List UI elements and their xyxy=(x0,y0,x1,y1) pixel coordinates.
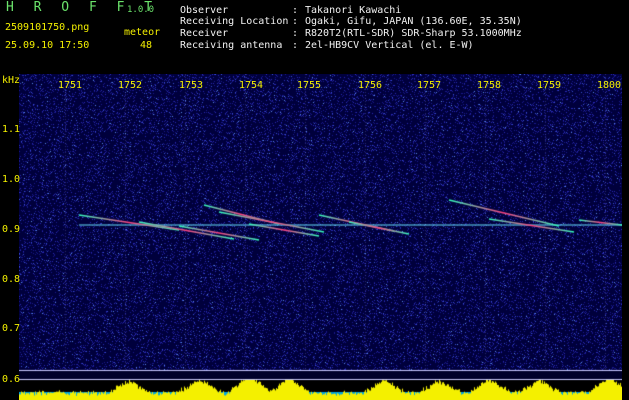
meteor-count-label: meteor xyxy=(124,27,161,38)
freq-tick-label: 0.8 xyxy=(2,274,21,285)
info-value-antenna: 2el-HB9CV Vertical (el. E-W) xyxy=(305,40,474,51)
time-tick-label: 1755 xyxy=(297,80,322,91)
freq-tick-label: 1.1 xyxy=(2,124,21,135)
app-version: 1.0.0 xyxy=(127,5,155,15)
freq-tick-label: 0.6 xyxy=(2,374,21,385)
file-name: 2509101750.png xyxy=(5,22,90,33)
capture-datetime: 25.09.10 17:50 xyxy=(5,40,90,51)
info-sep: : xyxy=(292,40,299,51)
meteor-count-value: 48 xyxy=(140,40,153,51)
info-value-receiver: R820T2(RTL-SDR) SDR-Sharp 53.1000MHz xyxy=(305,28,522,39)
time-tick-label: 1753 xyxy=(179,80,204,91)
info-value-location: Ogaki, Gifu, JAPAN (136.60E, 35.35N) xyxy=(305,16,522,27)
time-tick-label: 1758 xyxy=(477,80,502,91)
time-tick-label: 1751 xyxy=(58,80,83,91)
time-tick-label: 1754 xyxy=(239,80,264,91)
hrofft-window: H R O F F T 1.0.0 2509101750.png 25.09.1… xyxy=(0,0,629,400)
time-tick-label: 1757 xyxy=(417,80,442,91)
time-tick-label: 1800 xyxy=(597,80,622,91)
info-sep: : xyxy=(292,28,299,39)
info-key-receiver: Receiver xyxy=(180,28,229,39)
spectrogram xyxy=(19,74,622,400)
time-tick-label: 1756 xyxy=(358,80,383,91)
freq-tick-label: 1.0 xyxy=(2,174,21,185)
time-tick-label: 1752 xyxy=(118,80,143,91)
info-sep: : xyxy=(292,16,299,27)
info-key-antenna: Receiving antenna xyxy=(180,40,283,51)
info-key-location: Receiving Location xyxy=(180,16,289,27)
freq-tick-label: 0.9 xyxy=(2,224,21,235)
frequency-unit-label: kHz xyxy=(2,75,21,86)
time-tick-label: 1759 xyxy=(537,80,562,91)
freq-tick-label: 0.7 xyxy=(2,323,21,334)
